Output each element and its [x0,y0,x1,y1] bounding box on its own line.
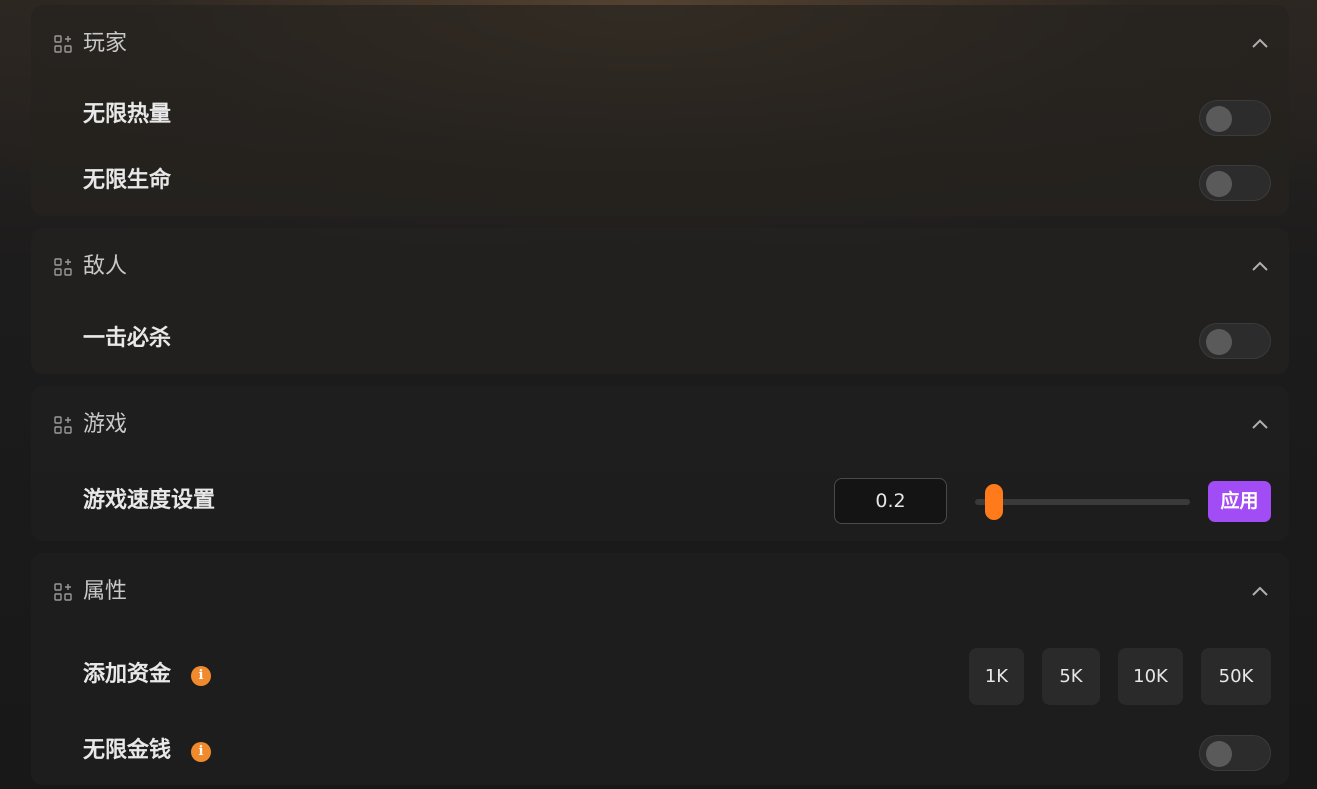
section-enemy-header[interactable]: 敌人 [31,228,1289,306]
section-player-header[interactable]: 玩家 [31,5,1289,83]
chevron-up-icon[interactable] [1251,585,1269,597]
info-icon[interactable]: i [191,666,211,686]
row-label-infinite-heat: 无限热量 [83,102,172,127]
section-title: 敌人 [83,254,128,279]
section-attributes-header[interactable]: 属性 [31,553,1289,631]
toggle-infinite-health[interactable] [1199,165,1271,201]
apply-button[interactable]: 应用 [1208,481,1271,522]
grid-plus-icon [54,258,72,276]
toggle-knob [1206,329,1232,355]
row-label-add-funds: 添加资金 [83,662,172,687]
row-label-infinite-health: 无限生命 [83,168,172,193]
section-title: 游戏 [83,412,128,437]
section-player: 玩家 无限热量 无限生命 [31,5,1289,216]
chevron-up-icon[interactable] [1251,37,1269,49]
add-funds-10k-button[interactable]: 10K [1118,648,1183,705]
add-funds-50k-button[interactable]: 50K [1201,648,1271,705]
row-label-one-hit-kill: 一击必杀 [83,326,172,351]
section-game-header[interactable]: 游戏 [31,386,1289,464]
section-title: 属性 [83,579,128,604]
toggle-knob [1206,171,1232,197]
game-speed-slider-track[interactable] [975,499,1190,505]
add-funds-5k-button[interactable]: 5K [1042,648,1100,705]
section-game: 游戏 游戏速度设置 应用 [31,386,1289,541]
toggle-knob [1206,741,1232,767]
grid-plus-icon [54,583,72,601]
toggle-infinite-heat[interactable] [1199,100,1271,136]
grid-plus-icon [54,35,72,53]
game-speed-slider-thumb[interactable] [984,484,1003,520]
section-attributes: 属性 添加资金 i 1K 5K 10K 50K 无限金钱 i [31,553,1289,785]
toggle-one-hit-kill[interactable] [1199,323,1271,359]
chevron-up-icon[interactable] [1251,418,1269,430]
add-funds-1k-button[interactable]: 1K [969,648,1024,705]
section-title: 玩家 [83,31,128,56]
toggle-infinite-money[interactable] [1199,735,1271,771]
row-label-infinite-money: 无限金钱 [83,738,172,763]
game-speed-input[interactable] [834,478,947,524]
row-label-game-speed: 游戏速度设置 [83,488,216,513]
section-enemy: 敌人 一击必杀 [31,228,1289,374]
info-icon[interactable]: i [191,742,211,762]
chevron-up-icon[interactable] [1251,260,1269,272]
toggle-knob [1206,106,1232,132]
grid-plus-icon [54,416,72,434]
